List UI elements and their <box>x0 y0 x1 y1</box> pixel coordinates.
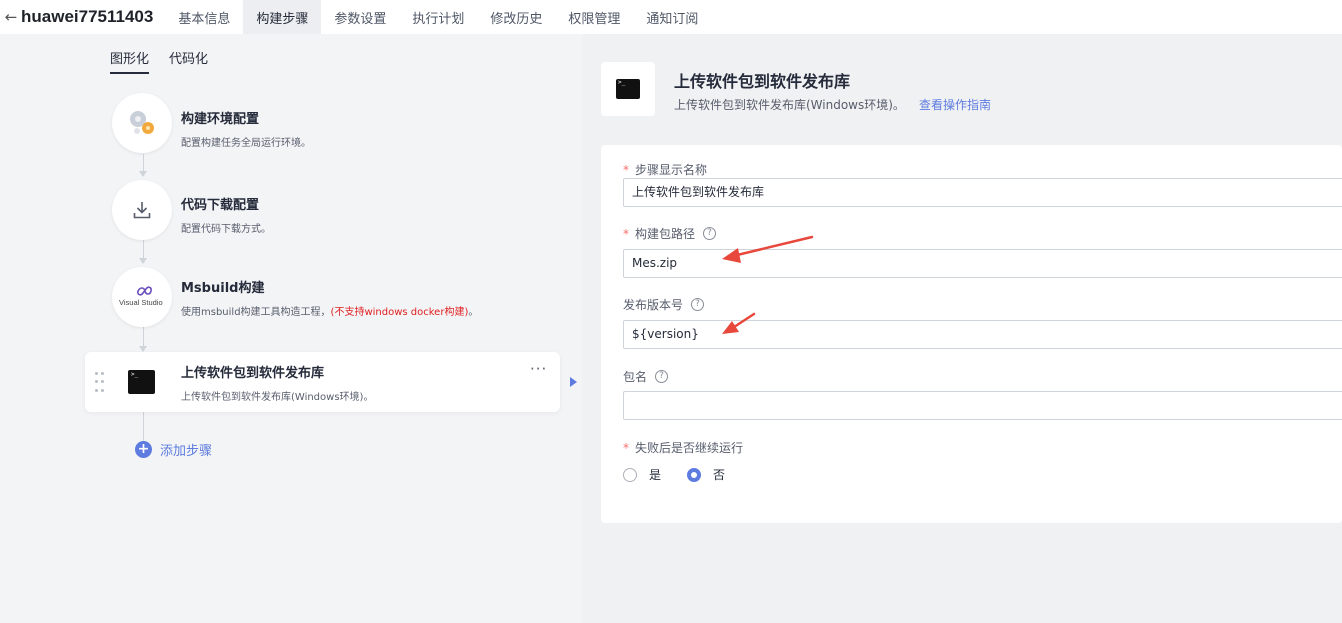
tab-basic-info[interactable]: 基本信息 <box>165 0 243 34</box>
terminal-icon: >_ <box>128 370 155 394</box>
required-mark: * <box>623 162 629 177</box>
connector-line <box>143 154 144 171</box>
step-desc-msbuild-tail: 。 <box>468 307 479 318</box>
gears-icon[interactable] <box>112 93 172 153</box>
tab-notifications[interactable]: 通知订阅 <box>633 0 711 34</box>
add-step-label: 添加步骤 <box>160 444 213 459</box>
tab-parameters[interactable]: 参数设置 <box>321 0 399 34</box>
help-icon[interactable]: ? <box>655 370 669 383</box>
drag-handle-icon[interactable] <box>95 372 105 394</box>
step-name-input[interactable]: 上传软件包到软件发布库 <box>623 178 1342 207</box>
help-icon[interactable]: ? <box>703 227 717 240</box>
package-name-label: 包名? <box>623 368 669 385</box>
download-icon[interactable] <box>112 180 172 240</box>
top-nav-bar: ← huawei77511403 基本信息 构建步骤 参数设置 执行计划 修改历… <box>0 0 1342 34</box>
expand-caret-icon[interactable] <box>570 377 577 387</box>
step-desc-code-download: 配置代码下载方式。 <box>181 224 271 235</box>
step-desc-upload: 上传软件包到软件发布库(Windows环境)。 <box>181 392 374 403</box>
step-title-build-env[interactable]: 构建环境配置 <box>181 108 259 127</box>
step-desc-msbuild-warning: (不支持windows docker构建) <box>330 307 469 318</box>
detail-description: 上传软件包到软件发布库(Windows环境)。 查看操作指南 <box>674 96 991 113</box>
package-name-input[interactable] <box>623 391 1342 420</box>
version-input[interactable]: ${version} <box>623 320 1342 349</box>
visual-studio-logo-text: Visual Studio <box>119 298 163 307</box>
project-title: huawei77511403 <box>21 7 154 26</box>
tab-build-steps[interactable]: 构建步骤 <box>243 0 322 34</box>
tab-graphical[interactable]: 图形化 <box>110 48 150 74</box>
detail-title: 上传软件包到软件发布库 <box>674 72 851 91</box>
steps-panel: 图形化 代码化 构建环境配置 配置构建任务全局运行环境。 代码下载配置 配置代码… <box>0 34 582 623</box>
continue-on-fail-label-text: 失败后是否继续运行 <box>635 441 744 455</box>
view-guide-link[interactable]: 查看操作指南 <box>919 98 991 112</box>
back-arrow-icon[interactable]: ← <box>0 0 18 34</box>
step-title-msbuild[interactable]: Msbuild构建 <box>181 277 264 296</box>
version-label: 发布版本号? <box>623 296 705 313</box>
package-path-label: * 构建包路径? <box>623 225 717 242</box>
step-title-code-download[interactable]: 代码下载配置 <box>181 194 259 213</box>
package-path-label-text: 构建包路径 <box>635 227 696 241</box>
continue-on-fail-label: * 失败后是否继续运行 <box>623 439 743 456</box>
continue-on-fail-radio-group: 是 否 <box>623 466 751 483</box>
plus-icon: + <box>135 441 152 458</box>
radio-yes-label[interactable]: 是 <box>649 466 661 483</box>
detail-header-icon <box>601 62 655 116</box>
connector-line <box>143 240 144 258</box>
connector-line <box>143 327 144 346</box>
step-form: * 步骤显示名称 上传软件包到软件发布库 * 构建包路径? Mes.zip 发布版本… <box>601 145 1342 523</box>
tab-history[interactable]: 修改历史 <box>477 0 555 34</box>
radio-yes[interactable] <box>623 467 637 482</box>
step-title-upload[interactable]: 上传软件包到软件发布库 <box>181 362 324 381</box>
radio-no-label[interactable]: 否 <box>713 466 725 483</box>
version-label-text: 发布版本号 <box>623 298 684 312</box>
step-desc-msbuild-main: 使用msbuild构建工具构造工程， <box>181 307 331 318</box>
add-step-button[interactable]: + 添加步骤 <box>135 440 212 459</box>
tab-permissions[interactable]: 权限管理 <box>555 0 633 34</box>
view-mode-tabs: 图形化 代码化 <box>110 48 208 74</box>
step-desc-msbuild: 使用msbuild构建工具构造工程，(不支持windows docker构建)。 <box>181 303 478 318</box>
radio-no[interactable] <box>687 467 702 482</box>
step-name-label-text: 步骤显示名称 <box>635 163 708 177</box>
connector-arrow <box>139 258 147 264</box>
detail-description-text: 上传软件包到软件发布库(Windows环境)。 <box>674 98 905 112</box>
required-mark: * <box>623 440 629 455</box>
help-icon[interactable]: ? <box>691 298 705 311</box>
connector-arrow <box>139 171 147 177</box>
tab-schedule[interactable]: 执行计划 <box>399 0 477 34</box>
terminal-icon <box>616 79 640 99</box>
package-name-label-text: 包名 <box>623 370 648 384</box>
more-options-icon[interactable]: ··· <box>530 360 547 378</box>
visual-studio-logo[interactable]: Visual Studio <box>112 267 172 327</box>
package-path-input[interactable]: Mes.zip <box>623 249 1342 278</box>
tab-code[interactable]: 代码化 <box>169 48 208 74</box>
step-detail-panel: 上传软件包到软件发布库 上传软件包到软件发布库(Windows环境)。查看操作指… <box>582 34 1342 623</box>
step-desc-build-env: 配置构建任务全局运行环境。 <box>181 138 311 149</box>
step-name-label: * 步骤显示名称 <box>623 161 707 178</box>
selected-step-card[interactable] <box>85 352 560 412</box>
required-mark: * <box>623 226 629 241</box>
